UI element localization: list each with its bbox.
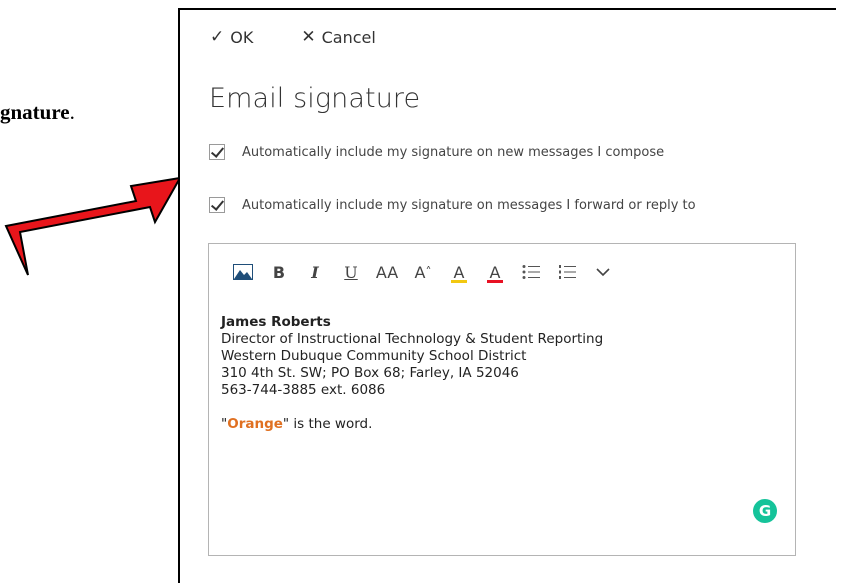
- grammarly-icon[interactable]: G: [753, 499, 777, 523]
- ok-button[interactable]: ✓ OK: [210, 27, 253, 47]
- formatting-toolbar: B I U AA A ˄ A A: [225, 260, 621, 284]
- signature-content[interactable]: James Roberts Director of Instructional …: [221, 314, 603, 433]
- new-messages-checkbox[interactable]: [209, 144, 225, 160]
- command-bar: ✓ OK ✕ Cancel: [210, 27, 376, 47]
- checkmark-icon: ✓: [210, 27, 225, 47]
- red-arrow-icon: [4, 176, 182, 276]
- grow-font-caret: ˄: [425, 265, 432, 279]
- numbering-icon[interactable]: [549, 260, 585, 284]
- forward-reply-label: Automatically include my signature on me…: [242, 197, 696, 213]
- forward-reply-checkbox[interactable]: [209, 197, 225, 213]
- signature-settings-panel: ✓ OK ✕ Cancel Email signature Automatica…: [178, 8, 836, 583]
- font-color-icon[interactable]: A: [477, 260, 513, 284]
- font-color-glyph: A: [489, 262, 501, 282]
- page-title: Email signature: [209, 83, 421, 114]
- signature-title: Director of Instructional Technology & S…: [221, 331, 604, 347]
- picture-icon[interactable]: [225, 260, 261, 284]
- signature-blank-line: [221, 399, 603, 416]
- highlight-color-bar: [451, 280, 467, 283]
- close-icon: ✕: [301, 27, 316, 47]
- bold-icon[interactable]: B: [261, 260, 297, 284]
- signature-phone: 563-744-3885 ext. 6086: [221, 382, 386, 398]
- underline-icon[interactable]: U: [333, 260, 369, 284]
- more-options-icon[interactable]: [585, 260, 621, 284]
- tagline-suffix: " is the word.: [282, 416, 373, 432]
- signature-organization: Western Dubuque Community School Distric…: [221, 348, 527, 364]
- bullets-icon[interactable]: [513, 260, 549, 284]
- cancel-label: Cancel: [321, 27, 376, 47]
- highlight-glyph: A: [453, 262, 465, 282]
- highlight-icon[interactable]: A: [441, 260, 477, 284]
- option-new-messages[interactable]: Automatically include my signature on ne…: [209, 144, 664, 160]
- font-size-icon[interactable]: AA: [369, 260, 405, 284]
- signature-tagline: "Orange" is the word.: [221, 416, 603, 433]
- arrow-shape: [4, 176, 182, 276]
- new-messages-label: Automatically include my signature on ne…: [242, 144, 665, 160]
- ok-label: OK: [230, 27, 254, 47]
- cancel-button[interactable]: ✕ Cancel: [301, 27, 375, 47]
- option-forward-reply[interactable]: Automatically include my signature on me…: [209, 197, 696, 213]
- signature-name: James Roberts: [221, 314, 331, 330]
- signature-editor[interactable]: B I U AA A ˄ A A James Roberts Director o…: [208, 243, 796, 556]
- tagline-highlight: Orange: [227, 416, 283, 432]
- font-color-bar: [487, 280, 503, 283]
- grow-font-glyph: A: [414, 262, 426, 282]
- italic-icon[interactable]: I: [297, 260, 333, 284]
- signature-address: 310 4th St. SW; PO Box 68; Farley, IA 52…: [221, 365, 519, 381]
- grow-font-icon[interactable]: A ˄: [405, 260, 441, 284]
